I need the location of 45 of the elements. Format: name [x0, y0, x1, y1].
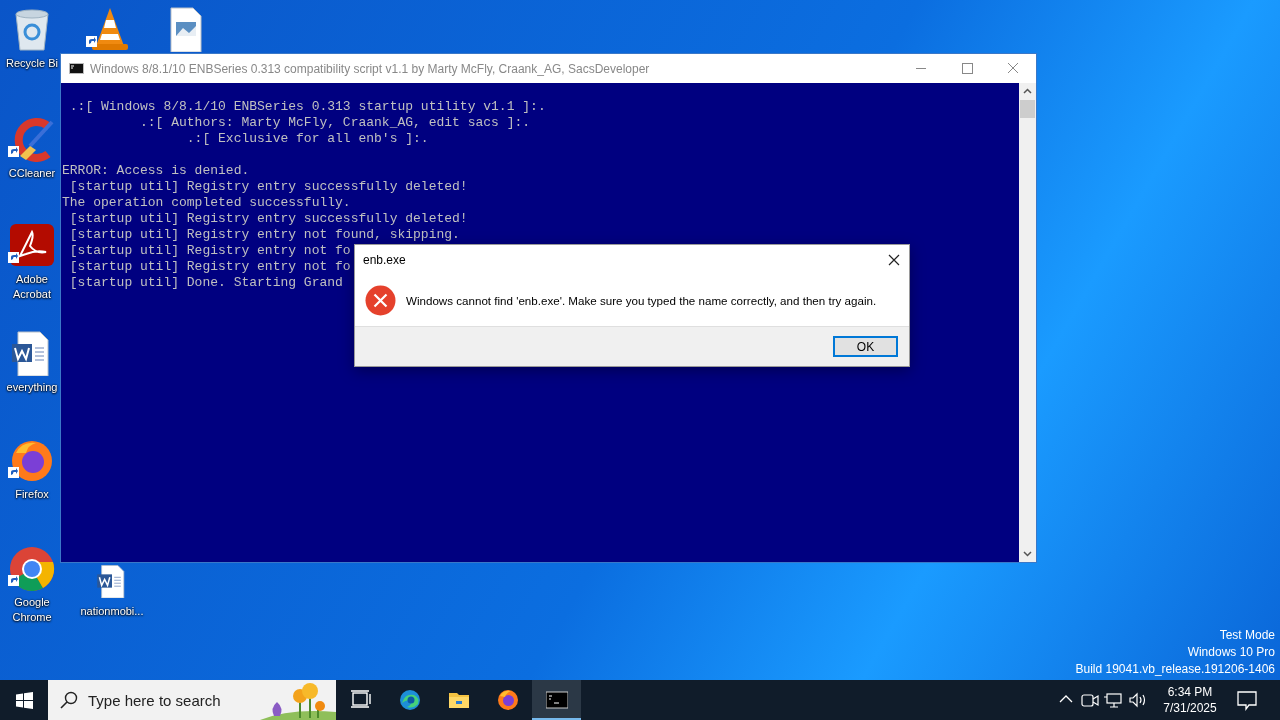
console-line: .:[ Authors: Marty McFly, Craank_AG, edit sacs ]:. — [139, 115, 531, 131]
edition-text: Build 19041.vb_release.191206-1406 — [1075, 661, 1275, 678]
pdf-app-icon[interactable] — [8, 222, 56, 268]
broom-icon[interactable] — [8, 116, 56, 162]
console-line: ERROR: Access is denied. — [62, 163, 250, 179]
browser-icon — [496, 689, 519, 711]
console-line: .:[ Exclusive for all enb's ]:. — [185, 131, 429, 147]
console-icon — [545, 689, 568, 711]
console-line: [startup util] Registry entry not fo — [68, 259, 351, 275]
icon-label[interactable]: CCleaner — [8, 166, 56, 181]
clock-time: 6:34 PM — [1167, 684, 1213, 700]
browser-icon — [398, 689, 421, 711]
console-line: The operation completed successfully. — [62, 195, 351, 211]
console-line: [startup util] Registry entry not found, skipping. — [68, 227, 460, 243]
scroll-thumb[interactable] — [1020, 100, 1035, 118]
taskbar-button[interactable] — [532, 680, 581, 720]
dialog-title: enb.exe — [363, 252, 406, 267]
browser-icon[interactable] — [8, 545, 56, 591]
search-field[interactable]: Type here to search — [48, 680, 336, 720]
search-icon — [60, 691, 78, 709]
icon-label[interactable]: everything — [6, 380, 58, 395]
task-view-icon — [349, 689, 372, 711]
console-line: [startup util] Registry entry successfully deleted! — [68, 211, 468, 227]
icon-label[interactable]: Recycle Bi — [6, 56, 58, 71]
icon-label[interactable]: nationmobi... — [80, 604, 144, 619]
scrollbar[interactable] — [1019, 83, 1036, 562]
clock[interactable]: 6:34 PM 7/31/2025 — [1156, 684, 1224, 716]
icon-label[interactable]: Google Chrome — [4, 595, 60, 625]
window-title: Windows 8/8.1/10 ENBSeries 0.313 compatibility script v1.1 by Marty McFly, Craank_AG, SacsDeveloper — [90, 61, 651, 76]
icon-label[interactable]: Adobe Acrobat — [4, 272, 60, 302]
clock-date: 7/31/2025 — [1163, 700, 1217, 716]
ok-button[interactable]: OK — [833, 336, 898, 357]
notifications-icon[interactable] — [1236, 689, 1258, 711]
close-icon[interactable] — [887, 252, 901, 267]
dialog-message: Windows cannot find 'enb.exe'. Make sure you typed the name correctly, and then try again. — [406, 293, 877, 307]
console-line: [startup util] Registry entry successfully deleted! — [68, 179, 468, 195]
console-line: [startup util] Done. Starting Grand — [68, 275, 343, 291]
edition-text: Test Mode — [1219, 627, 1275, 644]
console-line: .:[ Windows 8/8.1/10 ENBSeries 0.313 startup utility v1.1 ]:. — [68, 99, 546, 115]
edition-text: Windows 10 Pro — [1187, 644, 1275, 661]
icon-label[interactable]: Firefox — [15, 487, 49, 502]
start-icon — [15, 691, 33, 709]
console-line: [startup util] Registry entry not fo — [68, 243, 351, 259]
console-icon — [69, 63, 84, 74]
error-icon — [365, 284, 396, 316]
